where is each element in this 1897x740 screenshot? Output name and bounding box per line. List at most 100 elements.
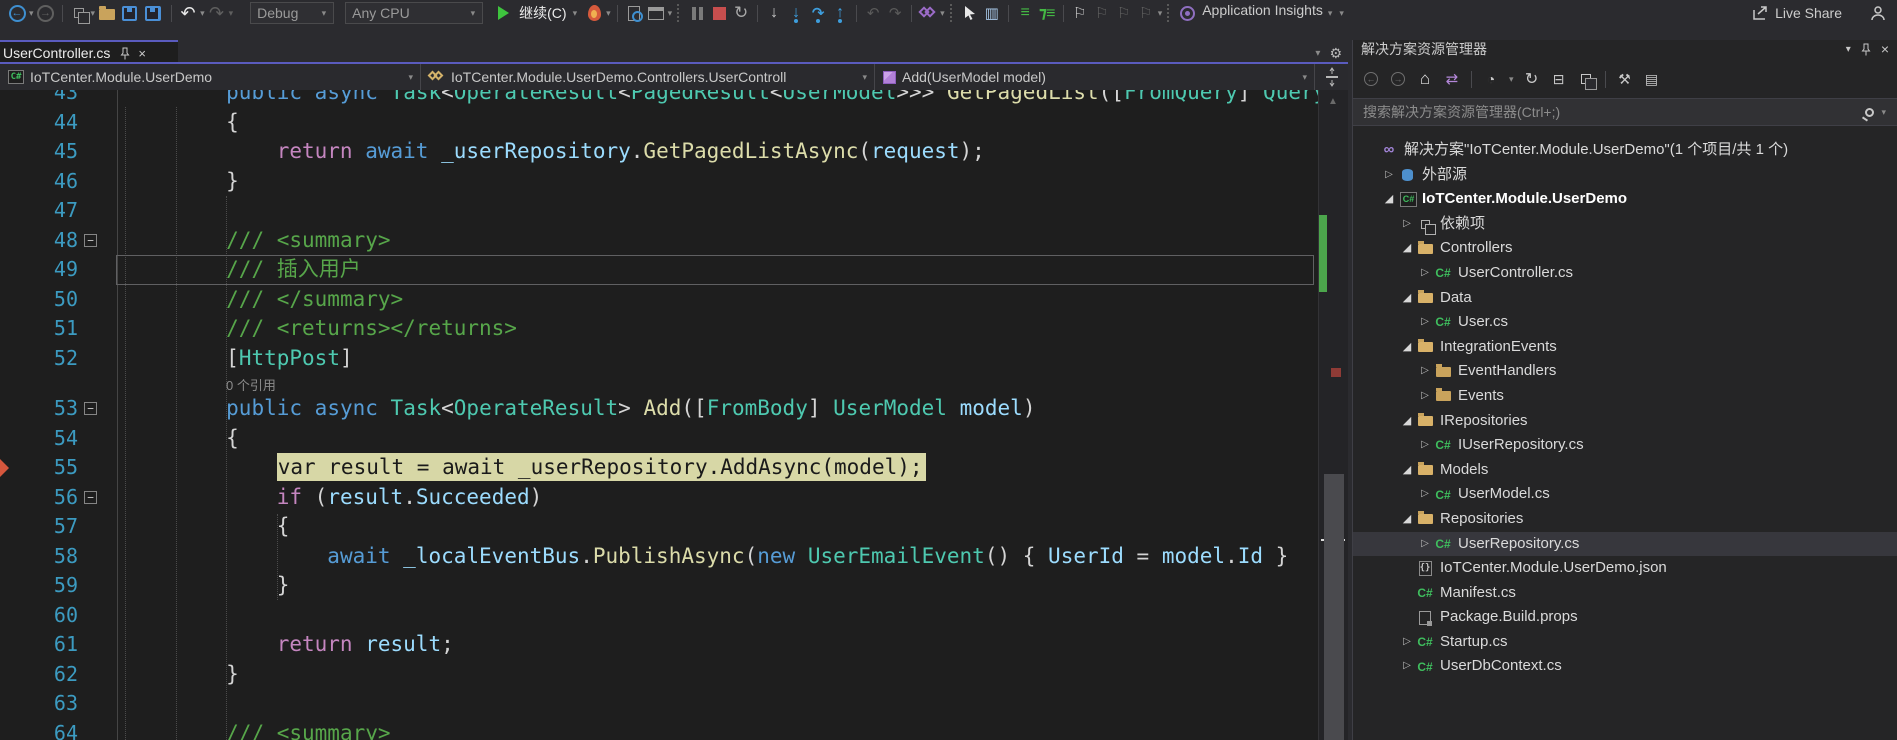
code-line[interactable]: 58 await _localEventBus.PublishAsync(new… xyxy=(0,542,1318,572)
tree-item-models[interactable]: ◢Models xyxy=(1353,458,1897,483)
tree-expand-arrow[interactable]: ◢ xyxy=(1399,458,1415,483)
code-line[interactable]: 50 /// </summary> xyxy=(0,285,1318,315)
nav-project-dropdown[interactable]: C# IoTCenter.Module.UserDemo ▾ xyxy=(0,64,421,90)
pin-tab-icon[interactable] xyxy=(120,47,130,60)
nav-type-dropdown[interactable]: IoTCenter.Module.UserDemo.Controllers.Us… xyxy=(421,64,875,90)
code-line[interactable]: 45 return await _userRepository.GetPaged… xyxy=(0,137,1318,167)
panel-close-icon[interactable]: × xyxy=(1881,41,1889,57)
tree-expand-arrow[interactable]: ▷ xyxy=(1417,261,1433,286)
tree-expand-arrow[interactable]: ◢ xyxy=(1399,507,1415,532)
previous-bookmark-button[interactable]: ⚐ xyxy=(1092,2,1112,24)
code-line[interactable]: 57 { xyxy=(0,512,1318,542)
nav-member-dropdown[interactable]: Add(UserModel model) ▾ xyxy=(875,64,1315,90)
tree-item-integrationevents[interactable]: ◢IntegrationEvents xyxy=(1353,335,1897,360)
clear-bookmarks-button[interactable]: ⚐ xyxy=(1136,2,1156,24)
tree-expand-arrow[interactable]: ◢ xyxy=(1399,409,1415,434)
save-all-button[interactable] xyxy=(141,2,165,24)
code-line[interactable]: 59 } xyxy=(0,571,1318,601)
scroll-up-arrow-icon[interactable]: ▲ xyxy=(1328,96,1338,107)
live-share-button[interactable] xyxy=(1750,2,1770,24)
syntax-visualizer-caret[interactable]: ▾ xyxy=(940,2,945,24)
tree-item-user-cs[interactable]: ▷C#User.cs xyxy=(1353,310,1897,335)
tree-item-package-build-props[interactable]: Package.Build.props xyxy=(1353,605,1897,630)
split-window-handle[interactable] xyxy=(1324,67,1340,87)
app-insights-overflow-caret[interactable]: ▾ xyxy=(1339,2,1344,24)
tree-item-iotcenter-module-userdemo-json[interactable]: {}IoTCenter.Module.UserDemo.json xyxy=(1353,556,1897,581)
find-in-files-button[interactable] xyxy=(624,2,644,24)
feedback-button[interactable] xyxy=(1868,2,1888,24)
app-insights-button[interactable] xyxy=(1177,2,1197,24)
code-editor[interactable]: 43 public async Task<OperateResult<Paged… xyxy=(0,78,1318,740)
code-line[interactable]: 52 [HttpPost] xyxy=(0,344,1318,374)
code-line[interactable]: 63 xyxy=(0,689,1318,719)
continue-caret[interactable]: ▾ xyxy=(573,2,578,24)
navigate-back-button[interactable]: ← xyxy=(7,2,27,24)
explorer-forward-button[interactable]: → xyxy=(1388,69,1408,89)
codelens-row[interactable]: 0 个引用 xyxy=(0,373,1318,394)
tree-item--[interactable]: ▷外部源 xyxy=(1353,163,1897,188)
tree-item-userrepository-cs[interactable]: ▷C#UserRepository.cs xyxy=(1353,532,1897,557)
redo-button[interactable]: ↷ xyxy=(207,2,227,24)
tree-item-iuserrepository-cs[interactable]: ▷C#IUserRepository.cs xyxy=(1353,433,1897,458)
pending-changes-filter-button[interactable]: ◔ xyxy=(1481,69,1501,89)
stop-debug-button[interactable] xyxy=(709,2,729,24)
code-line[interactable]: 56− if (result.Succeeded) xyxy=(0,483,1318,513)
tree-item-usercontroller-cs[interactable]: ▷C#UserController.cs xyxy=(1353,261,1897,286)
scrollbar-thumb[interactable] xyxy=(1324,474,1344,740)
step-into-button[interactable]: ↓ xyxy=(786,2,806,24)
tree-item-eventhandlers[interactable]: ▷EventHandlers xyxy=(1353,359,1897,384)
tree-item-manifest-cs[interactable]: C#Manifest.cs xyxy=(1353,581,1897,606)
sync-with-active-document-button[interactable]: ⇄ xyxy=(1442,69,1462,89)
collapse-region-box[interactable]: − xyxy=(84,491,97,504)
undo-caret[interactable]: ▾ xyxy=(200,2,205,24)
tree-item-controllers[interactable]: ◢Controllers xyxy=(1353,236,1897,261)
continue-button[interactable]: 继续(C) xyxy=(498,2,570,24)
editor-scrollbar[interactable]: ▲ xyxy=(1318,90,1348,740)
navigate-forward-button[interactable]: → xyxy=(36,2,56,24)
tree-item-repositories[interactable]: ◢Repositories xyxy=(1353,507,1897,532)
save-button[interactable] xyxy=(119,2,139,24)
show-next-statement-button[interactable]: ↓ xyxy=(764,2,784,24)
code-line[interactable]: 46 } xyxy=(0,167,1318,197)
code-line[interactable]: 44 { xyxy=(0,108,1318,138)
toolbar-drag-handle[interactable] xyxy=(950,4,955,22)
code-line[interactable]: 51 /// <returns></returns> xyxy=(0,314,1318,344)
tree-item-data[interactable]: ◢Data xyxy=(1353,286,1897,311)
code-line[interactable]: 54 { xyxy=(0,424,1318,454)
code-line[interactable]: 47 xyxy=(0,196,1318,226)
editor-group-dropdown-caret[interactable]: ▾ xyxy=(1315,42,1320,64)
nav-redo-button[interactable]: ↷ xyxy=(885,2,905,24)
open-file-button[interactable] xyxy=(97,2,117,24)
next-bookmark-button[interactable]: ⚐ xyxy=(1114,2,1134,24)
code-line[interactable]: 53− public async Task<OperateResult> Add… xyxy=(0,394,1318,424)
browser-link-button[interactable] xyxy=(646,2,666,24)
properties-wrench-button[interactable]: ⚒ xyxy=(1615,69,1635,89)
nav-undo-button[interactable]: ↶ xyxy=(863,2,883,24)
debug-configuration-combo[interactable]: Debug▾ xyxy=(250,2,334,24)
hot-reload-caret[interactable]: ▾ xyxy=(606,2,611,24)
app-insights-caret[interactable]: ▾ xyxy=(1328,2,1333,24)
refresh-button[interactable]: ↻ xyxy=(1522,69,1542,89)
syntax-visualizer-button[interactable] xyxy=(918,2,938,24)
tree-expand-arrow[interactable]: ◢ xyxy=(1399,335,1415,360)
tree-expand-arrow[interactable]: ▷ xyxy=(1417,310,1433,335)
tree-item-events[interactable]: ▷Events xyxy=(1353,384,1897,409)
redo-caret[interactable]: ▾ xyxy=(229,2,234,24)
tree-item-irepositories[interactable]: ◢IRepositories xyxy=(1353,409,1897,434)
toggle-bookmark-button[interactable]: ⚐ xyxy=(1070,2,1090,24)
tree-expand-arrow[interactable]: ◢ xyxy=(1399,236,1415,261)
back-dropdown-caret[interactable]: ▾ xyxy=(29,2,34,24)
panel-dropdown-caret[interactable]: ▾ xyxy=(1846,44,1851,55)
tree-expand-arrow[interactable]: ▷ xyxy=(1417,359,1433,384)
pause-button[interactable] xyxy=(687,2,707,24)
tree-item-userdbcontext-cs[interactable]: ▷C#UserDbContext.cs xyxy=(1353,654,1897,679)
solution-search-box[interactable]: 搜索解决方案资源管理器(Ctrl+;) ▾ xyxy=(1353,98,1897,126)
close-tab-icon[interactable]: × xyxy=(138,46,146,61)
tree-item--[interactable]: ▷依赖项 xyxy=(1353,212,1897,237)
tree-expand-arrow[interactable]: ▷ xyxy=(1381,163,1397,188)
show-all-files-button[interactable] xyxy=(1576,69,1596,89)
browser-link-caret[interactable]: ▾ xyxy=(668,2,673,24)
tree-expand-arrow[interactable]: ◢ xyxy=(1381,187,1397,212)
tasks-history-button[interactable]: ⁊≡ xyxy=(1037,2,1057,24)
code-line[interactable]: 62 } xyxy=(0,660,1318,690)
